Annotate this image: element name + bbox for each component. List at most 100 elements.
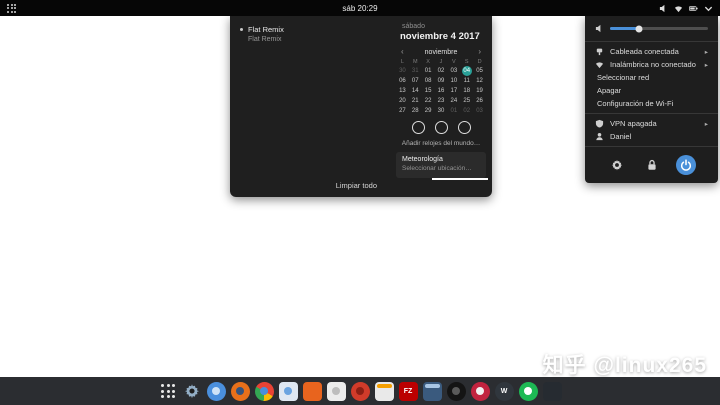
notification-title: Flat Remix [248, 25, 284, 34]
lock-button[interactable] [642, 155, 662, 175]
icon-center [524, 387, 532, 395]
dock-terminal[interactable] [422, 381, 442, 401]
weekday-header: D [477, 59, 482, 65]
calendar-day[interactable]: 30 [435, 106, 448, 116]
date-weekday: sábado [402, 23, 425, 30]
lock-icon [646, 159, 658, 171]
dock-chrome[interactable] [254, 381, 274, 401]
menu-item-apagar[interactable]: Apagar [585, 84, 718, 97]
menu-item-configuracion-de-wi-fi[interactable]: Configuración de Wi-Fi [585, 97, 718, 110]
clock[interactable]: sáb 20:29 [342, 4, 377, 13]
calendar-day[interactable]: 14 [409, 86, 422, 96]
calendar-day[interactable]: 05 [473, 66, 486, 76]
chevron-down-icon [704, 4, 713, 13]
calendar-day[interactable]: 02 [435, 66, 448, 76]
calendar-day[interactable]: 22 [422, 96, 435, 106]
calendar-ring-icon[interactable] [457, 121, 471, 134]
dock-settings[interactable] [183, 382, 202, 401]
dock-spotify[interactable] [518, 381, 538, 401]
calendar-day[interactable]: 27 [396, 106, 409, 116]
dock-orange-app[interactable] [302, 381, 322, 401]
calendar-day[interactable]: 23 [435, 96, 448, 106]
calendar-day[interactable]: 03 [447, 66, 460, 76]
calendar-day[interactable]: 16 [435, 86, 448, 96]
calendar-day[interactable]: 29 [422, 106, 435, 116]
calendar-ring-icon[interactable] [434, 121, 448, 134]
weather-section[interactable]: Meteorología Seleccionar ubicación… [396, 152, 488, 180]
dock-documents[interactable] [326, 381, 346, 401]
menu-item-daniel[interactable]: Daniel [585, 130, 718, 143]
volume-slider-knob[interactable] [635, 25, 643, 32]
dock-red-app[interactable] [350, 381, 370, 401]
icon-glyph: FZ [403, 387, 413, 395]
calendar-day[interactable]: 20 [396, 96, 409, 106]
calendar-day[interactable]: 10 [447, 76, 460, 86]
calendar-day[interactable]: 26 [473, 96, 486, 106]
gear-icon [184, 383, 200, 399]
weekday-header: J [439, 59, 443, 65]
calendar-day[interactable]: 13 [396, 86, 409, 96]
calendar-day[interactable]: 17 [447, 86, 460, 96]
system-menu-items: Cableada conectada ▸ Inalámbrica no conect… [585, 45, 718, 143]
menu-item-inalambrica-no-conectado[interactable]: Inalámbrica no conectado ▸ [585, 58, 718, 71]
calendar-day[interactable]: 18 [460, 86, 473, 96]
icon-accent [376, 383, 392, 388]
power-button[interactable] [675, 155, 696, 175]
icon-center [284, 387, 292, 395]
menu-item-cableada-conectada[interactable]: Cableada conectada ▸ [585, 45, 718, 58]
dock-files[interactable] [278, 381, 298, 401]
weekday-header: M [412, 59, 418, 65]
calendar-day[interactable]: 09 [435, 76, 448, 86]
dock-wine[interactable]: W [494, 381, 514, 401]
calendar-day[interactable]: 04 [461, 66, 472, 76]
dock-text-editor[interactable] [374, 381, 394, 401]
calendar-section: sábado noviembre 4 2017 ‹ noviembre › L M… [390, 16, 492, 197]
submenu-arrow-icon: ▸ [704, 120, 708, 128]
calendar-day[interactable]: 25 [460, 96, 473, 106]
calendar-day[interactable]: 01 [447, 106, 460, 116]
calendar-day[interactable]: 08 [422, 76, 435, 86]
notification-item[interactable]: Flat Remix Flat Remix [240, 25, 380, 43]
calendar-day[interactable]: 07 [409, 76, 422, 86]
calendar-day[interactable]: 06 [396, 76, 409, 86]
power-icon [680, 159, 692, 171]
menu-item-seleccionar-red[interactable]: Seleccionar red [585, 71, 718, 84]
volume-slider-row [585, 21, 718, 38]
calendar-day[interactable]: 12 [473, 76, 486, 86]
volume-slider[interactable] [610, 25, 708, 32]
calendar-day[interactable]: 31 [409, 66, 422, 76]
clear-all-button[interactable]: Limpiar todo [336, 181, 377, 190]
wired-icon [595, 47, 604, 56]
dock-media-player[interactable] [470, 381, 490, 401]
prev-month-button[interactable]: ‹ [401, 48, 404, 56]
dock-camera[interactable] [446, 381, 466, 401]
separator [585, 113, 718, 114]
calendar-day[interactable]: 11 [460, 76, 473, 86]
dock-firefox[interactable] [230, 381, 250, 401]
activities-button[interactable] [7, 0, 16, 16]
calendar-day[interactable]: 15 [422, 86, 435, 96]
dock-dark-app[interactable] [542, 381, 562, 401]
menu-item-label: Daniel [610, 132, 632, 141]
next-month-button[interactable]: › [478, 48, 481, 56]
settings-button[interactable] [607, 155, 627, 175]
calendar-day[interactable]: 24 [447, 96, 460, 106]
submenu-arrow-icon: ▸ [704, 61, 708, 69]
system-status-area[interactable] [659, 4, 713, 13]
wifi-icon [595, 60, 604, 69]
calendar-day[interactable]: 28 [409, 106, 422, 116]
calendar-day[interactable]: 03 [473, 106, 486, 116]
dock-chromium[interactable] [206, 381, 226, 401]
calendar-day[interactable]: 21 [409, 96, 422, 106]
icon-center [452, 387, 460, 395]
settings-icon [611, 159, 623, 171]
calendar-day[interactable]: 01 [422, 66, 435, 76]
calendar-ring-icon[interactable] [411, 121, 425, 134]
add-world-clocks-button[interactable]: Añadir relojes del mundo… [394, 140, 488, 147]
menu-item-vpn-apagada[interactable]: VPN apagada ▸ [585, 117, 718, 130]
dock-show-apps[interactable] [159, 382, 178, 401]
calendar-day[interactable]: 02 [460, 106, 473, 116]
calendar-day[interactable]: 19 [473, 86, 486, 96]
dock-filezilla[interactable]: FZ [398, 381, 418, 401]
calendar-day[interactable]: 30 [396, 66, 409, 76]
